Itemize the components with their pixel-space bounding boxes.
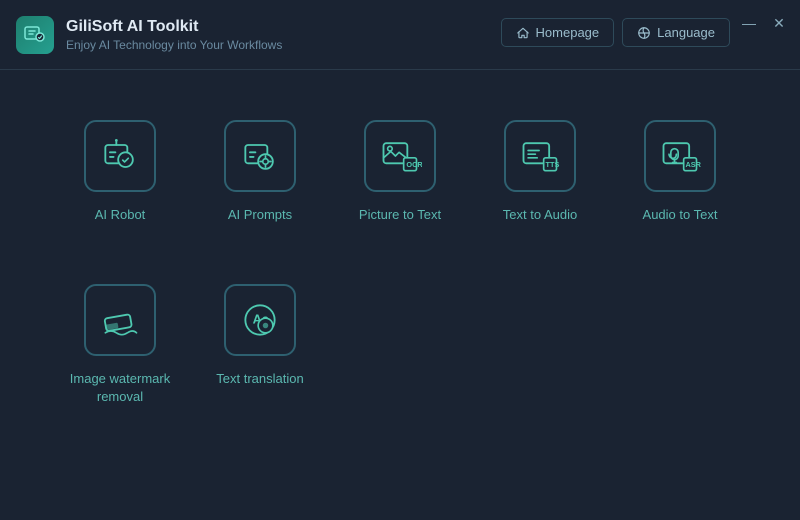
close-button[interactable]: ✕: [770, 14, 788, 32]
homepage-button[interactable]: Homepage: [501, 18, 615, 47]
ai-prompts-icon-box: [224, 120, 296, 192]
tool-text-to-audio[interactable]: TTS Text to Audio: [470, 110, 610, 234]
tool-audio-to-text[interactable]: ASR Audio to Text: [610, 110, 750, 234]
tool-watermark-removal[interactable]: Image watermark removal: [50, 274, 190, 416]
app-subtitle: Enjoy AI Technology into Your Workflows: [66, 38, 282, 52]
tool-ai-prompts[interactable]: AI Prompts: [190, 110, 330, 234]
ai-robot-icon: [98, 134, 142, 178]
text-translation-label: Text translation: [216, 370, 303, 388]
watermark-removal-label: Image watermark removal: [58, 370, 182, 406]
ai-robot-icon-box: [84, 120, 156, 192]
audio-to-text-label: Audio to Text: [643, 206, 718, 224]
homepage-label: Homepage: [536, 25, 600, 40]
picture-to-text-icon-box: OCR: [364, 120, 436, 192]
text-translation-icon: Aa: [238, 298, 282, 342]
title-bar: GiliSoft AI Toolkit Enjoy AI Technology …: [0, 0, 800, 70]
text-to-audio-label: Text to Audio: [503, 206, 577, 224]
title-text: GiliSoft AI Toolkit Enjoy AI Technology …: [66, 18, 282, 52]
svg-text:TTS: TTS: [546, 160, 560, 169]
text-to-audio-icon-box: TTS: [504, 120, 576, 192]
tool-picture-to-text[interactable]: OCR Picture to Text: [330, 110, 470, 234]
app-logo: [16, 16, 54, 54]
nav-buttons: Homepage Language: [501, 18, 730, 47]
watermark-removal-icon: [98, 298, 142, 342]
audio-to-text-icon: ASR: [658, 134, 702, 178]
tools-grid: AI Robot AI Prompts: [50, 110, 750, 457]
svg-text:OCR: OCR: [406, 160, 422, 169]
text-to-audio-icon: TTS: [518, 134, 562, 178]
tool-text-translation[interactable]: Aa Text translation: [190, 274, 330, 416]
home-icon: [516, 26, 530, 40]
audio-to-text-icon-box: ASR: [644, 120, 716, 192]
ai-prompts-label: AI Prompts: [228, 206, 292, 224]
svg-text:ASR: ASR: [686, 160, 702, 169]
language-label: Language: [657, 25, 715, 40]
minimize-button[interactable]: —: [740, 14, 758, 32]
watermark-removal-icon-box: [84, 284, 156, 356]
globe-icon: [637, 26, 651, 40]
tools-row-2: Image watermark removal Aa Text translat…: [50, 274, 750, 416]
window-controls: — ✕: [740, 14, 788, 32]
picture-to-text-label: Picture to Text: [359, 206, 441, 224]
picture-to-text-icon: OCR: [378, 134, 422, 178]
tools-row-1: AI Robot AI Prompts: [50, 110, 750, 234]
app-title: GiliSoft AI Toolkit: [66, 18, 282, 36]
tool-ai-robot[interactable]: AI Robot: [50, 110, 190, 234]
text-translation-icon-box: Aa: [224, 284, 296, 356]
language-button[interactable]: Language: [622, 18, 730, 47]
main-content: AI Robot AI Prompts: [0, 70, 800, 487]
ai-robot-label: AI Robot: [95, 206, 146, 224]
ai-prompts-icon: [238, 134, 282, 178]
